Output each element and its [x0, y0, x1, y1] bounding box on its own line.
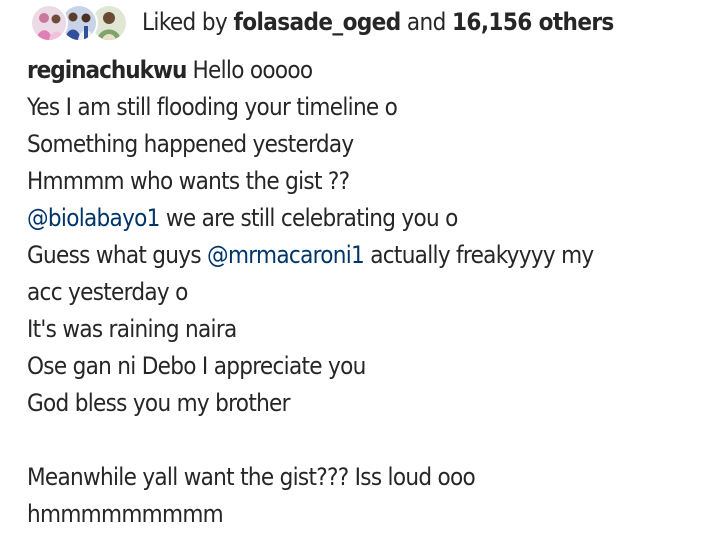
caption-text: Guess what guys [27, 241, 208, 269]
caption-line-2: Yes I am still flooding your timeline o [27, 93, 398, 121]
caption-line-10: God bless you my brother [27, 389, 291, 417]
avatar-1-image [32, 6, 66, 40]
likes-row: Liked by folasade_oged and 16,156 others [30, 2, 614, 42]
caption-text: actually freakyyyy my [364, 241, 594, 269]
caption-line-8: It's was raining naira [27, 315, 237, 343]
liker-avatars[interactable] [30, 3, 128, 42]
caption-username-link[interactable]: reginachukwu [27, 56, 187, 84]
caption-line-6: Guess what guys @mrmacaroni1 actually fr… [27, 237, 707, 274]
likes-summary: Liked by folasade_oged and 16,156 others [142, 8, 614, 36]
mention-link-biolabayo1[interactable]: @biolabayo1 [27, 204, 160, 232]
caption-line-3: Something happened yesterday [27, 130, 354, 158]
caption-text: we are still celebrating you o [159, 204, 459, 232]
caption-line-12: Meanwhile yall want the gist??? Iss loud… [27, 463, 476, 491]
post-caption: reginachukwu Hello ooooo Yes I am still … [27, 52, 707, 533]
caption-line-5: @biolabayo1 we are still celebrating you… [27, 200, 707, 237]
caption-line-4: Hmmmm who wants the gist ?? [27, 167, 350, 195]
likes-conjunction: and [406, 8, 446, 36]
first-liker-link[interactable]: folasade_oged [233, 8, 401, 36]
caption-text: Hello ooooo [192, 56, 313, 84]
mention-link-mrmacaroni1[interactable]: @mrmacaroni1 [207, 241, 365, 269]
likes-count-link[interactable]: 16,156 others [452, 8, 614, 36]
likes-prefix: Liked by [142, 8, 228, 36]
caption-line-13: hmmmmmmmmm [27, 500, 224, 528]
caption-line-1: reginachukwu Hello ooooo [27, 52, 707, 89]
caption-line-7: acc yesterday o [27, 278, 188, 306]
avatar-1[interactable] [30, 4, 68, 42]
caption-line-9: Ose gan ni Debo I appreciate you [27, 352, 366, 380]
